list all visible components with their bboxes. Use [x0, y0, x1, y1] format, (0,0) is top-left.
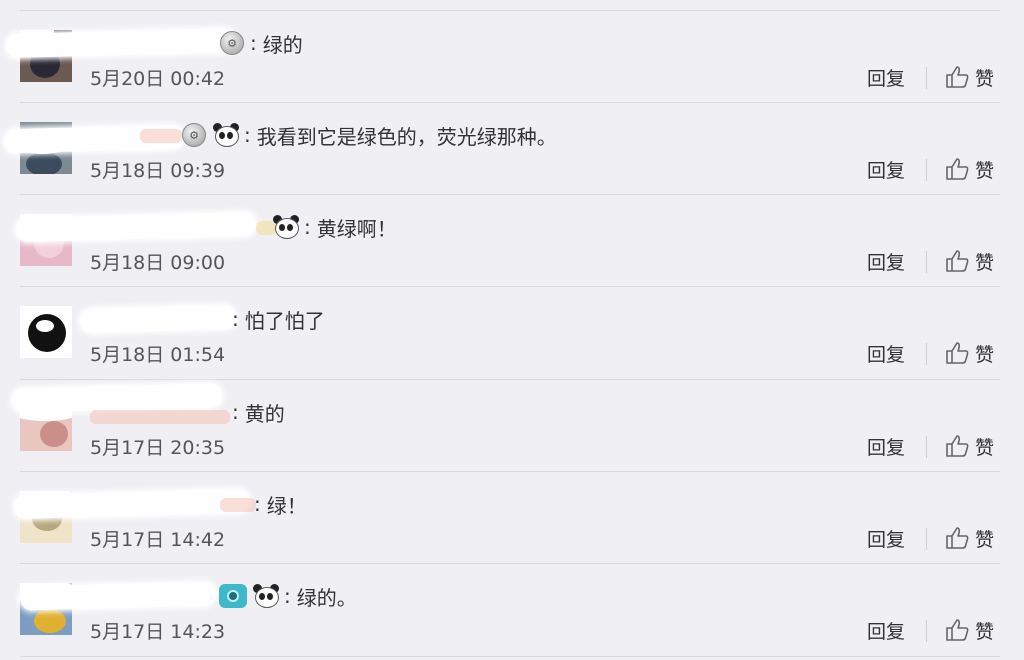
comment-timestamp: 5月20日 00:42 — [90, 68, 226, 90]
comment-timestamp: 5月17日 14:42 — [90, 529, 226, 551]
thumbs-up-icon[interactable] — [944, 617, 970, 643]
comment-timestamp: 5月18日 01:54 — [90, 344, 226, 366]
panda-emoji-icon — [252, 584, 280, 608]
comment-timestamp: 5月18日 09:00 — [90, 252, 226, 274]
reply-button[interactable]: 回复 — [867, 525, 905, 552]
like-button[interactable]: 赞 — [975, 340, 994, 367]
action-divider — [926, 620, 927, 642]
comment-item: : 黄绿啊！ 5月18日 09:00 回复 赞 — [15, 194, 1000, 287]
comment-item: : 绿！ 5月17日 14:42 回复 赞 — [13, 471, 1000, 564]
like-button[interactable]: 赞 — [975, 156, 994, 183]
colon-separator: : — [304, 215, 311, 239]
action-divider — [926, 528, 927, 550]
colon-separator: : — [250, 31, 257, 55]
reply-button[interactable]: 回复 — [867, 340, 905, 367]
like-button[interactable]: 赞 — [975, 525, 994, 552]
comment-item: : 绿的。 5月17日 14:23 回复 赞 — [19, 563, 1000, 656]
username-redaction — [5, 27, 237, 59]
username-residue — [90, 410, 230, 424]
comment-timestamp: 5月17日 20:35 — [90, 437, 226, 459]
action-divider — [926, 436, 927, 458]
colon-separator: : — [284, 584, 291, 608]
reply-button[interactable]: 回复 — [867, 617, 905, 644]
comment-content: 黄的 — [244, 401, 285, 426]
silver-medal-icon: ⚙ — [220, 31, 244, 55]
comment-timestamp: 5月18日 09:39 — [90, 160, 226, 182]
comment-content: 绿的 — [262, 32, 303, 57]
colon-separator: : — [232, 307, 239, 331]
colon-separator: : — [232, 400, 239, 424]
username-redaction — [15, 211, 257, 243]
username-redaction — [13, 488, 251, 520]
camera-emoji-icon — [219, 584, 247, 608]
comment-text-line: ⚙ : 绿的 — [220, 25, 303, 61]
reply-button[interactable]: 回复 — [867, 156, 905, 183]
comment-text-line: : 黄绿啊！ — [270, 209, 397, 245]
comment-item: ⚙ : 绿的 5月20日 00:42 回复 赞 — [5, 10, 1000, 103]
panda-emoji-icon — [212, 123, 240, 147]
action-divider — [926, 159, 927, 181]
like-button[interactable]: 赞 — [975, 64, 994, 91]
comment-text-line: : 怕了怕了 — [230, 301, 325, 337]
silver-medal-icon: ⚙ — [182, 123, 206, 147]
reply-button[interactable]: 回复 — [867, 433, 905, 460]
comment-content: 怕了怕了 — [244, 308, 325, 333]
like-button[interactable]: 赞 — [975, 248, 994, 275]
comment-content: 黄绿啊！ — [316, 216, 397, 241]
comment-item: : 怕了怕了 5月18日 01:54 回复 赞 — [20, 286, 1000, 379]
thumbs-up-icon[interactable] — [944, 156, 970, 182]
comment-item: ⚙ : 我看到它是绿色的，荧光绿那种。 5月18日 09:39 回复 赞 — [3, 102, 1000, 195]
panda-emoji-icon — [272, 215, 300, 239]
like-button[interactable]: 赞 — [975, 433, 994, 460]
username-redaction — [11, 383, 223, 413]
like-button[interactable]: 赞 — [975, 617, 994, 644]
action-divider — [926, 343, 927, 365]
action-divider — [926, 67, 927, 89]
username-residue — [220, 498, 256, 512]
action-divider — [926, 251, 927, 273]
comment-timestamp: 5月17日 14:23 — [90, 621, 226, 643]
username-redaction — [19, 581, 217, 611]
avatar[interactable] — [20, 306, 72, 358]
comment-text-line: : 黄的 — [230, 394, 285, 430]
thumbs-up-icon[interactable] — [944, 64, 970, 90]
thumbs-up-icon[interactable] — [944, 340, 970, 366]
username-residue — [140, 129, 182, 143]
comment-content: 绿！ — [266, 493, 307, 518]
comment-text-line: ⚙ : 我看到它是绿色的，荧光绿那种。 — [182, 117, 557, 153]
thumbs-up-icon[interactable] — [944, 248, 970, 274]
comment-content: 绿的。 — [296, 585, 357, 610]
comment-item: : 黄的 5月17日 20:35 回复 赞 — [11, 379, 1000, 472]
thumbs-up-icon[interactable] — [944, 525, 970, 551]
reply-button[interactable]: 回复 — [867, 248, 905, 275]
colon-separator: : — [254, 492, 261, 516]
comment-text-line: : 绿的。 — [216, 578, 357, 614]
comment-content: 我看到它是绿色的，荧光绿那种。 — [256, 124, 557, 149]
reply-button[interactable]: 回复 — [867, 64, 905, 91]
username-redaction — [79, 304, 237, 334]
bottom-divider — [20, 656, 1000, 657]
thumbs-up-icon[interactable] — [944, 433, 970, 459]
comment-text-line: : 绿！ — [252, 486, 307, 522]
colon-separator: : — [244, 123, 251, 147]
